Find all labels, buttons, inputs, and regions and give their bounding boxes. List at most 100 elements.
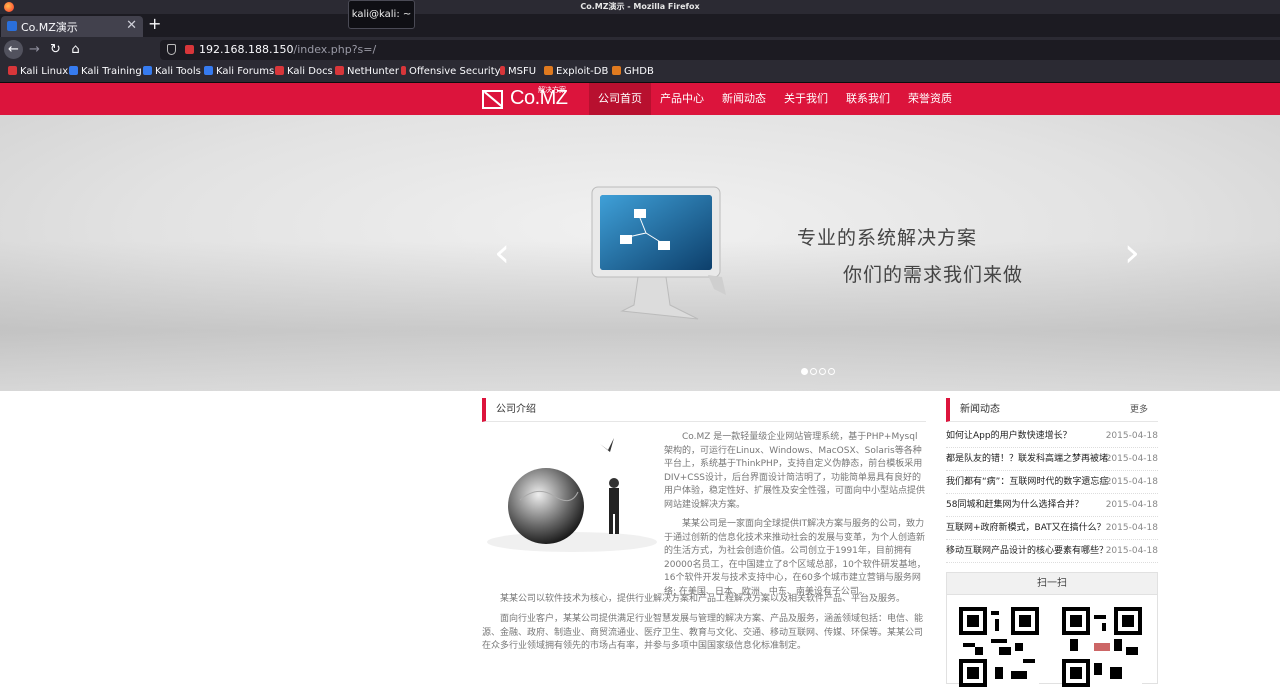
- menu-contact[interactable]: 联系我们: [837, 83, 899, 115]
- news-item-date: 2015-04-18: [1105, 454, 1158, 464]
- home-button[interactable]: ⌂: [66, 40, 85, 59]
- qr-code-2: [1062, 607, 1142, 687]
- url-path: /index.php?s=/: [293, 43, 377, 56]
- bookmark-kali-linux[interactable]: Kali Linux: [8, 66, 68, 77]
- bookmark-kali-forums[interactable]: Kali Forums: [204, 66, 274, 77]
- news-item[interactable]: 互联网+政府新模式，BAT又在搞什么？ 2015-04-18: [946, 517, 1158, 540]
- news-item-title[interactable]: 我们都有“病”：互联网时代的数字遗忘症: [946, 471, 1110, 494]
- intro-title: 公司介绍: [496, 404, 536, 415]
- news-section-title: 新闻动态 更多: [946, 398, 1158, 422]
- url-host: 192.168.188.150: [199, 43, 294, 56]
- news-more-link[interactable]: 更多: [1130, 398, 1148, 422]
- news-item-date: 2015-04-18: [1105, 546, 1158, 556]
- bookmark-label: MSFU: [508, 66, 537, 77]
- menu-products[interactable]: 产品中心: [651, 83, 713, 115]
- reload-button[interactable]: ↻: [46, 40, 65, 59]
- kali-icon: [8, 66, 17, 75]
- kali-docs-icon: [275, 66, 284, 75]
- banner-prev-arrow[interactable]: ‹: [494, 233, 516, 273]
- banner-headline-2: 你们的需求我们来做: [843, 264, 1024, 286]
- menu-home[interactable]: 公司首页: [589, 83, 651, 115]
- kali-icon: [143, 66, 152, 75]
- intro-section-title: 公司介绍: [482, 398, 926, 422]
- news-item-date: 2015-04-18: [1105, 431, 1158, 441]
- slider-dot-1[interactable]: [801, 368, 808, 375]
- news-item-date: 2015-04-18: [1105, 477, 1158, 487]
- url-text[interactable]: 192.168.188.150/index.php?s=/: [199, 43, 376, 56]
- forward-button[interactable]: →: [25, 40, 44, 59]
- bookmark-offensive-security[interactable]: Offensive Security: [401, 66, 501, 77]
- site-favicon-icon: [7, 21, 17, 31]
- qr-code-1: [959, 607, 1039, 687]
- monitor-illustration: [591, 186, 726, 320]
- window-title-bar: Co.MZ演示 - Mozilla Firefox: [0, 0, 1280, 14]
- close-tab-icon[interactable]: ✕: [126, 18, 137, 33]
- ghdb-icon: [612, 66, 621, 75]
- bookmark-ghdb[interactable]: GHDB: [612, 66, 654, 77]
- news-item-title[interactable]: 移动互联网产品设计的核心要素有哪些？: [946, 540, 1110, 563]
- scan-title: 扫一扫: [947, 573, 1157, 595]
- bookmark-nethunter[interactable]: NetHunter: [335, 66, 399, 77]
- bookmark-label: Kali Forums: [216, 66, 275, 77]
- window-title: Co.MZ演示 - Mozilla Firefox: [580, 2, 700, 11]
- news-item-title[interactable]: 58同城和赶集网为什么选择合并？: [946, 494, 1110, 517]
- news-item[interactable]: 我们都有“病”：互联网时代的数字遗忘症 2015-04-18: [946, 471, 1158, 494]
- site-header: 解决方案 Co.MZ 公司首页 产品中心 新闻动态 关于我们 联系我们 荣誉资质: [0, 83, 1280, 115]
- navigation-toolbar: ← → ↻ ⌂ 192.168.188.150/index.php?s=/: [0, 37, 1280, 62]
- menu-news[interactable]: 新闻动态: [713, 83, 775, 115]
- offsec-icon: [401, 66, 406, 75]
- intro-paragraph-1: Co.MZ 是一款轻量级企业网站管理系统，基于PHP+Mysql架构的，可运行在…: [664, 432, 926, 510]
- terminal-tooltip: kali@kali: ~: [348, 0, 415, 29]
- kali-icon: [204, 66, 213, 75]
- bookmark-label: Kali Docs: [287, 66, 333, 77]
- site-logo[interactable]: 解决方案 Co.MZ: [482, 86, 576, 112]
- intro-paragraph-4: 面向行业客户，某某公司提供满足行业智慧发展与管理的解决方案、产品及服务，涵盖领域…: [482, 614, 924, 651]
- tab-title: Co.MZ演示: [21, 21, 78, 34]
- bookmark-label: Kali Training: [81, 66, 142, 77]
- news-item-title[interactable]: 互联网+政府新模式，BAT又在搞什么？: [946, 517, 1110, 540]
- slider-dot-3[interactable]: [819, 368, 826, 375]
- scan-panel: 扫一扫: [946, 572, 1158, 687]
- news-item[interactable]: 58同城和赶集网为什么选择合并？ 2015-04-18: [946, 494, 1158, 517]
- msfu-icon: [500, 66, 505, 75]
- slider-dot-4[interactable]: [828, 368, 835, 375]
- news-item-date: 2015-04-18: [1105, 500, 1158, 510]
- menu-about[interactable]: 关于我们: [775, 83, 837, 115]
- intro-paragraph-3: 某某公司以软件技术为核心，提供行业解决方案和产品工程解决方案以及相关软件产品、平…: [500, 594, 906, 604]
- news-item-title[interactable]: 如何让App的用户数快速增长？: [946, 425, 1110, 448]
- bookmark-label: GHDB: [624, 66, 654, 77]
- slider-dots: [801, 360, 837, 379]
- bookmark-kali-docs[interactable]: Kali Docs: [275, 66, 333, 77]
- bookmark-label: Offensive Security: [409, 66, 501, 77]
- bookmark-kali-tools[interactable]: Kali Tools: [143, 66, 201, 77]
- url-bar[interactable]: 192.168.188.150/index.php?s=/: [160, 40, 1280, 60]
- back-button[interactable]: ←: [4, 40, 23, 59]
- new-tab-button[interactable]: +: [148, 14, 161, 33]
- bookmark-msfu[interactable]: MSFU: [500, 66, 536, 77]
- menu-honors[interactable]: 荣誉资质: [899, 83, 961, 115]
- banner-next-arrow[interactable]: ›: [1124, 233, 1146, 273]
- news-title: 新闻动态: [960, 404, 1000, 415]
- insecure-connection-icon[interactable]: [185, 45, 194, 54]
- nethunter-icon: [335, 66, 344, 75]
- tab-strip: Co.MZ演示 ✕: [0, 14, 1280, 37]
- news-item-title[interactable]: 都是队友的错！？联发科高端之梦再被堵: [946, 448, 1110, 471]
- news-item[interactable]: 移动互联网产品设计的核心要素有哪些？ 2015-04-18: [946, 540, 1158, 563]
- bookmark-exploit-db[interactable]: Exploit-DB: [544, 66, 608, 77]
- bookmarks-toolbar: Kali Linux Kali Training Kali Tools Kali…: [0, 62, 1280, 83]
- news-item[interactable]: 如何让App的用户数快速增长？ 2015-04-18: [946, 425, 1158, 448]
- hero-banner: ‹ › 专业的系统解决方案 你们的需求我们来做: [0, 115, 1280, 391]
- news-item-date: 2015-04-18: [1105, 523, 1158, 533]
- slider-dot-2[interactable]: [810, 368, 817, 375]
- tracking-shield-icon[interactable]: [167, 44, 176, 55]
- intro-paragraph-2: 某某公司是一家面向全球提供IT解决方案与服务的公司，致力于通过创新的信息化技术来…: [664, 519, 926, 597]
- envelope-logo-icon: [482, 90, 503, 109]
- banner-headline-1: 专业的系统解决方案: [797, 227, 978, 249]
- logo-text: Co.MZ: [510, 87, 568, 109]
- bookmark-label: Kali Linux: [20, 66, 69, 77]
- kali-icon: [69, 66, 78, 75]
- news-item[interactable]: 都是队友的错！？联发科高端之梦再被堵 2015-04-18: [946, 448, 1158, 471]
- browser-tab[interactable]: Co.MZ演示 ✕: [1, 16, 143, 37]
- bookmark-kali-training[interactable]: Kali Training: [69, 66, 142, 77]
- bookmark-label: Exploit-DB: [556, 66, 609, 77]
